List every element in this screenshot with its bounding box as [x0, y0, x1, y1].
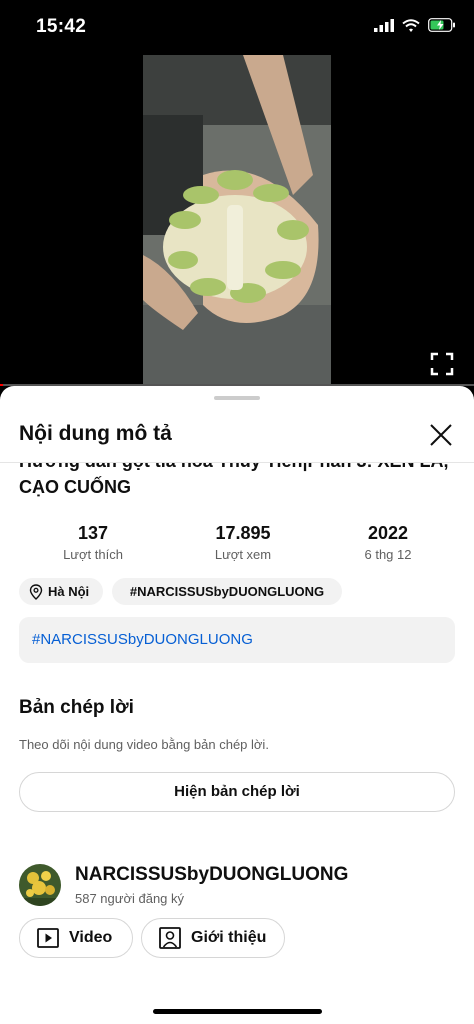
description-box: #NARCISSUSbyDUONGLUONG [19, 617, 455, 663]
date-stat: 2022 6 thg 12 [323, 522, 453, 562]
show-transcript-button[interactable]: Hiện bản chép lời [19, 772, 455, 812]
about-button[interactable]: Giới thiệu [141, 918, 285, 958]
upload-year: 2022 [367, 523, 409, 543]
signal-icon [374, 18, 394, 32]
status-time: 15:42 [36, 16, 87, 37]
battery-charging-icon [428, 18, 455, 32]
views-count: 17.895 [215, 523, 271, 543]
video-frame [143, 55, 331, 385]
transcript-description: Theo dõi nội dung video bằng bản chép lờ… [19, 737, 269, 752]
likes-label: Lượt thích [63, 547, 123, 562]
video-stats: 137 Lượt thích 17.895 Lượt xem 2022 6 th… [0, 522, 474, 566]
video-button-label: Video [69, 929, 113, 946]
video-player[interactable] [0, 55, 474, 385]
hashtag-chip-label: #NARCISSUSbyDUONGLUONG [129, 584, 325, 599]
upload-date: 6 thg 12 [364, 547, 412, 562]
wifi-icon [402, 18, 420, 32]
status-bar: 15:42 [0, 0, 474, 55]
likes-count: 137 [77, 523, 109, 543]
sheet-title: Nội dung mô tả [19, 422, 172, 445]
fullscreen-icon[interactable] [430, 352, 454, 376]
sheet-header: Nội dung mô tả [0, 410, 474, 463]
person-box-icon [159, 927, 181, 949]
video-progress-fill [0, 384, 3, 386]
drag-handle[interactable] [214, 396, 260, 400]
location-label: Hà Nội [48, 584, 90, 599]
description-sheet: Nội dung mô tả Hướng dẫn gọt tỉa hoa Thu… [0, 386, 474, 1024]
about-button-label: Giới thiệu [191, 929, 267, 946]
hashtag-link[interactable]: #NARCISSUSbyDUONGLUONG [32, 631, 253, 648]
transcript-heading: Bản chép lời [19, 697, 134, 718]
location-pin-icon [29, 583, 43, 600]
status-icons [374, 18, 456, 32]
channel-avatar[interactable] [19, 864, 61, 906]
channel-name[interactable]: NARCISSUSbyDUONGLUONG [75, 864, 348, 886]
subscriber-count: 587 người đăng ký [75, 891, 185, 906]
hashtag-chip[interactable]: #NARCISSUSbyDUONGLUONG [112, 578, 342, 605]
likes-stat: 137 Lượt thích [28, 522, 158, 562]
video-button[interactable]: Video [19, 918, 133, 958]
home-indicator[interactable] [153, 1009, 322, 1014]
views-stat: 17.895 Lượt xem [178, 522, 308, 562]
close-icon[interactable] [428, 422, 454, 448]
play-box-icon [37, 928, 59, 948]
location-chip[interactable]: Hà Nội [19, 578, 103, 605]
views-label: Lượt xem [214, 547, 272, 562]
